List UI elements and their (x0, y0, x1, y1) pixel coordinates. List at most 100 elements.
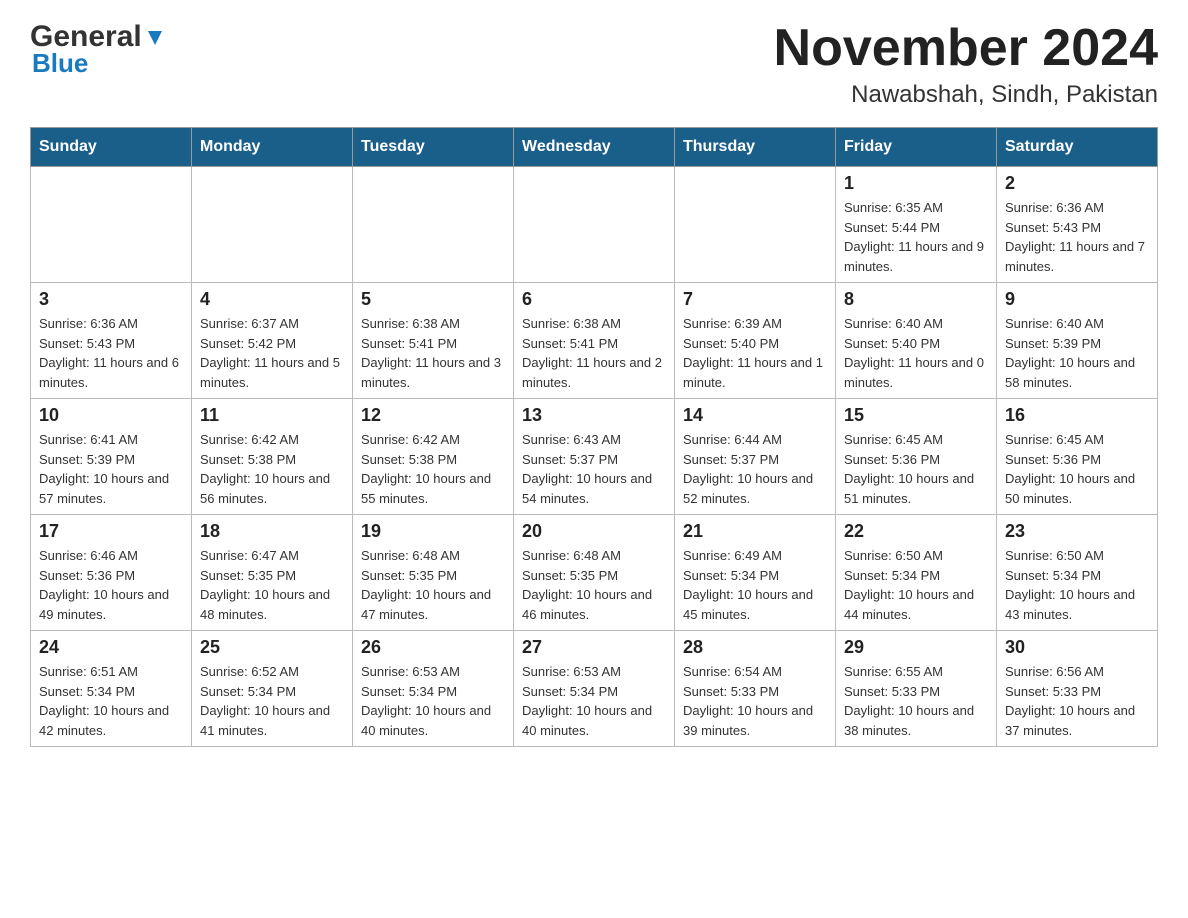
day-info: Sunrise: 6:50 AM Sunset: 5:34 PM Dayligh… (1005, 546, 1149, 624)
day-info: Sunrise: 6:41 AM Sunset: 5:39 PM Dayligh… (39, 430, 183, 508)
calendar-week-row: 1 Sunrise: 6:35 AM Sunset: 5:44 PM Daylig… (31, 167, 1158, 283)
calendar-cell (514, 167, 675, 283)
day-number: 11 (200, 405, 344, 426)
calendar-cell: 12 Sunrise: 6:42 AM Sunset: 5:38 PM Dayli… (353, 399, 514, 515)
day-number: 13 (522, 405, 666, 426)
day-number: 18 (200, 521, 344, 542)
day-number: 7 (683, 289, 827, 310)
day-info: Sunrise: 6:50 AM Sunset: 5:34 PM Dayligh… (844, 546, 988, 624)
day-number: 21 (683, 521, 827, 542)
weekday-header-row: SundayMondayTuesdayWednesdayThursdayFrid… (31, 128, 1158, 167)
day-number: 5 (361, 289, 505, 310)
day-number: 27 (522, 637, 666, 658)
day-info: Sunrise: 6:38 AM Sunset: 5:41 PM Dayligh… (361, 314, 505, 392)
weekday-header-monday: Monday (192, 128, 353, 167)
day-number: 20 (522, 521, 666, 542)
calendar-cell: 5 Sunrise: 6:38 AM Sunset: 5:41 PM Daylig… (353, 283, 514, 399)
day-info: Sunrise: 6:39 AM Sunset: 5:40 PM Dayligh… (683, 314, 827, 392)
day-number: 30 (1005, 637, 1149, 658)
calendar-cell: 18 Sunrise: 6:47 AM Sunset: 5:35 PM Dayli… (192, 515, 353, 631)
day-info: Sunrise: 6:55 AM Sunset: 5:33 PM Dayligh… (844, 662, 988, 740)
day-number: 22 (844, 521, 988, 542)
logo-triangle-icon (144, 27, 166, 49)
calendar-cell: 9Sunrise: 6:40 AM Sunset: 5:39 PM Daylig… (997, 283, 1158, 399)
day-info: Sunrise: 6:42 AM Sunset: 5:38 PM Dayligh… (200, 430, 344, 508)
calendar-cell: 16Sunrise: 6:45 AM Sunset: 5:36 PM Dayli… (997, 399, 1158, 515)
day-number: 3 (39, 289, 183, 310)
calendar-week-row: 17Sunrise: 6:46 AM Sunset: 5:36 PM Dayli… (31, 515, 1158, 631)
day-number: 14 (683, 405, 827, 426)
calendar-cell: 1 Sunrise: 6:35 AM Sunset: 5:44 PM Daylig… (836, 167, 997, 283)
day-info: Sunrise: 6:36 AM Sunset: 5:43 PM Dayligh… (1005, 198, 1149, 276)
calendar-cell: 10 Sunrise: 6:41 AM Sunset: 5:39 PM Dayli… (31, 399, 192, 515)
calendar-cell: 14 Sunrise: 6:44 AM Sunset: 5:37 PM Dayli… (675, 399, 836, 515)
day-info: Sunrise: 6:48 AM Sunset: 5:35 PM Dayligh… (361, 546, 505, 624)
weekday-header-sunday: Sunday (31, 128, 192, 167)
day-number: 12 (361, 405, 505, 426)
calendar-week-row: 24Sunrise: 6:51 AM Sunset: 5:34 PM Dayli… (31, 631, 1158, 747)
day-info: Sunrise: 6:48 AM Sunset: 5:35 PM Dayligh… (522, 546, 666, 624)
calendar-cell: 13 Sunrise: 6:43 AM Sunset: 5:37 PM Dayli… (514, 399, 675, 515)
calendar-cell: 11 Sunrise: 6:42 AM Sunset: 5:38 PM Dayli… (192, 399, 353, 515)
calendar-cell: 25 Sunrise: 6:52 AM Sunset: 5:34 PM Dayli… (192, 631, 353, 747)
day-number: 19 (361, 521, 505, 542)
calendar-cell (192, 167, 353, 283)
day-info: Sunrise: 6:49 AM Sunset: 5:34 PM Dayligh… (683, 546, 827, 624)
day-info: Sunrise: 6:42 AM Sunset: 5:38 PM Dayligh… (361, 430, 505, 508)
day-info: Sunrise: 6:38 AM Sunset: 5:41 PM Dayligh… (522, 314, 666, 392)
calendar-cell: 22 Sunrise: 6:50 AM Sunset: 5:34 PM Dayli… (836, 515, 997, 631)
calendar-week-row: 3 Sunrise: 6:36 AM Sunset: 5:43 PM Daylig… (31, 283, 1158, 399)
calendar-cell: 27 Sunrise: 6:53 AM Sunset: 5:34 PM Dayli… (514, 631, 675, 747)
day-info: Sunrise: 6:40 AM Sunset: 5:40 PM Dayligh… (844, 314, 988, 392)
day-info: Sunrise: 6:44 AM Sunset: 5:37 PM Dayligh… (683, 430, 827, 508)
logo-blue-text: Blue (32, 48, 88, 79)
day-number: 2 (1005, 173, 1149, 194)
calendar-week-row: 10 Sunrise: 6:41 AM Sunset: 5:39 PM Dayli… (31, 399, 1158, 515)
calendar-cell: 4Sunrise: 6:37 AM Sunset: 5:42 PM Daylig… (192, 283, 353, 399)
day-number: 10 (39, 405, 183, 426)
location: Nawabshah, Sindh, Pakistan (774, 81, 1158, 109)
calendar-cell: 24Sunrise: 6:51 AM Sunset: 5:34 PM Dayli… (31, 631, 192, 747)
weekday-header-thursday: Thursday (675, 128, 836, 167)
day-info: Sunrise: 6:35 AM Sunset: 5:44 PM Dayligh… (844, 198, 988, 276)
day-number: 17 (39, 521, 183, 542)
calendar-cell: 2 Sunrise: 6:36 AM Sunset: 5:43 PM Daylig… (997, 167, 1158, 283)
calendar-cell: 15Sunrise: 6:45 AM Sunset: 5:36 PM Dayli… (836, 399, 997, 515)
weekday-header-wednesday: Wednesday (514, 128, 675, 167)
calendar-cell: 23 Sunrise: 6:50 AM Sunset: 5:34 PM Dayli… (997, 515, 1158, 631)
day-info: Sunrise: 6:52 AM Sunset: 5:34 PM Dayligh… (200, 662, 344, 740)
day-number: 25 (200, 637, 344, 658)
day-number: 26 (361, 637, 505, 658)
day-info: Sunrise: 6:54 AM Sunset: 5:33 PM Dayligh… (683, 662, 827, 740)
calendar-cell (353, 167, 514, 283)
day-number: 1 (844, 173, 988, 194)
day-info: Sunrise: 6:56 AM Sunset: 5:33 PM Dayligh… (1005, 662, 1149, 740)
logo: General Blue (30, 20, 166, 79)
calendar-cell: 7 Sunrise: 6:39 AM Sunset: 5:40 PM Daylig… (675, 283, 836, 399)
day-number: 28 (683, 637, 827, 658)
calendar-cell: 3 Sunrise: 6:36 AM Sunset: 5:43 PM Daylig… (31, 283, 192, 399)
day-number: 16 (1005, 405, 1149, 426)
calendar-cell: 17Sunrise: 6:46 AM Sunset: 5:36 PM Dayli… (31, 515, 192, 631)
day-info: Sunrise: 6:36 AM Sunset: 5:43 PM Dayligh… (39, 314, 183, 392)
calendar-cell: 6 Sunrise: 6:38 AM Sunset: 5:41 PM Daylig… (514, 283, 675, 399)
day-number: 29 (844, 637, 988, 658)
day-number: 23 (1005, 521, 1149, 542)
calendar-cell (675, 167, 836, 283)
day-number: 9 (1005, 289, 1149, 310)
calendar-cell: 20 Sunrise: 6:48 AM Sunset: 5:35 PM Dayli… (514, 515, 675, 631)
weekday-header-friday: Friday (836, 128, 997, 167)
day-number: 6 (522, 289, 666, 310)
day-info: Sunrise: 6:43 AM Sunset: 5:37 PM Dayligh… (522, 430, 666, 508)
day-info: Sunrise: 6:53 AM Sunset: 5:34 PM Dayligh… (361, 662, 505, 740)
calendar-cell: 29 Sunrise: 6:55 AM Sunset: 5:33 PM Dayli… (836, 631, 997, 747)
month-title: November 2024 (774, 20, 1158, 77)
day-info: Sunrise: 6:45 AM Sunset: 5:36 PM Dayligh… (844, 430, 988, 508)
weekday-header-tuesday: Tuesday (353, 128, 514, 167)
calendar-cell: 30 Sunrise: 6:56 AM Sunset: 5:33 PM Dayli… (997, 631, 1158, 747)
page-header: General Blue November 2024 Nawabshah, Si… (30, 20, 1158, 109)
day-info: Sunrise: 6:47 AM Sunset: 5:35 PM Dayligh… (200, 546, 344, 624)
calendar-cell: 8Sunrise: 6:40 AM Sunset: 5:40 PM Daylig… (836, 283, 997, 399)
title-area: November 2024 Nawabshah, Sindh, Pakistan (774, 20, 1158, 109)
day-info: Sunrise: 6:53 AM Sunset: 5:34 PM Dayligh… (522, 662, 666, 740)
